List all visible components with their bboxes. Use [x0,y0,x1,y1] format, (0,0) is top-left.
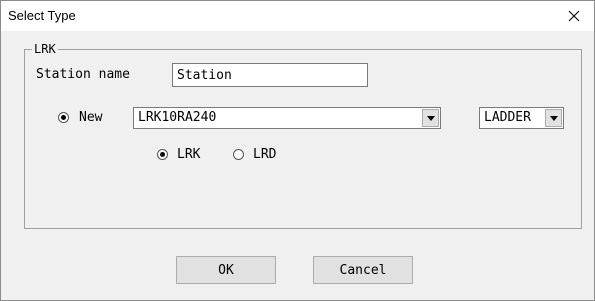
new-radio-label: New [79,110,103,125]
lrd-radio-label: LRD [253,147,277,162]
close-button[interactable] [554,1,594,31]
model-dropdown-arrow-icon[interactable] [422,109,439,127]
lrd-radio[interactable] [233,149,244,160]
model-select-value: LRK10RA240 [138,110,217,125]
new-radio[interactable] [58,112,69,123]
lrk-radio-label: LRK [177,147,201,162]
type-dropdown-arrow-icon[interactable] [545,109,562,127]
lrk-radio[interactable] [157,149,168,160]
station-name-label: Station name [36,67,130,82]
title-bar: Select Type [1,1,594,31]
type-select-value: LADDER [484,110,531,125]
dialog-title: Select Type [8,8,76,23]
close-icon [568,10,580,22]
ok-button[interactable]: OK [176,256,276,284]
groupbox-label: LRK [32,42,58,56]
model-select[interactable]: LRK10RA240 [133,107,441,129]
station-name-input[interactable] [172,63,368,87]
type-select[interactable]: LADDER [479,107,564,129]
cancel-button[interactable]: Cancel [313,256,413,284]
